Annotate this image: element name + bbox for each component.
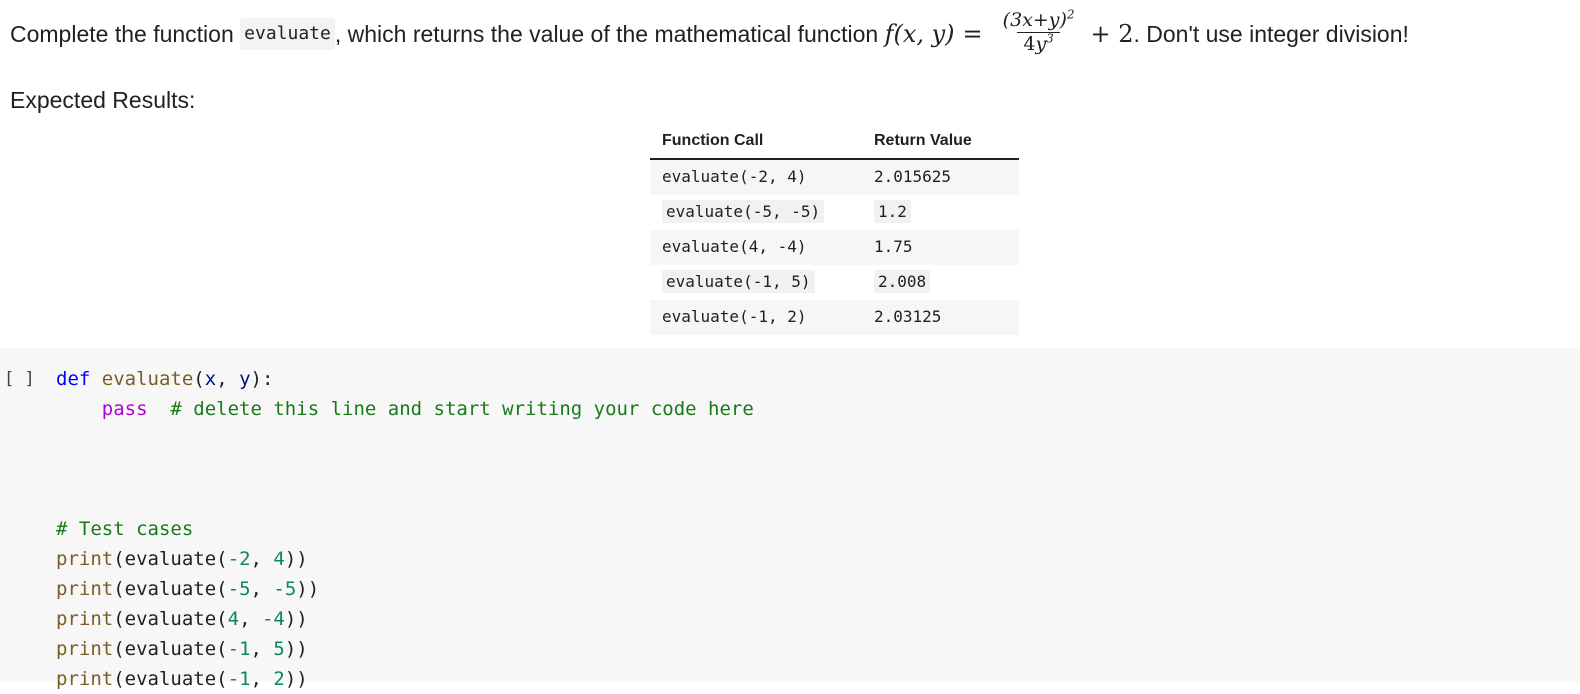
column-header-return-value: Return Value [862, 132, 1019, 160]
intro-text-before: Complete the function [10, 20, 241, 47]
function-call-text: evaluate(-2, 4) [662, 167, 807, 186]
intro-text-middle: , which returns the value of the mathema… [334, 20, 885, 47]
return-value-text: 2.015625 [874, 167, 952, 186]
expected-results-label: Expected Results: [10, 87, 196, 113]
print-call: print [56, 638, 114, 660]
table-header-row: Function Call Return Value [650, 132, 1019, 160]
formula-denominator: 4y3 [1017, 31, 1060, 55]
call-evaluate: evaluate [124, 638, 217, 660]
function-name-evaluate: evaluate [101, 368, 194, 390]
function-call-text: evaluate(-5, -5) [662, 200, 825, 223]
arg-b: -5 [273, 578, 297, 600]
table-head: Function Call Return Value [650, 132, 1019, 160]
table-row: evaluate(-1, 2) 2.03125 [650, 300, 1019, 335]
return-value-text: 2.03125 [874, 307, 942, 326]
comment-test-cases: # Test cases [56, 518, 194, 540]
formula-fraction: (3x+y)2 4y3 [997, 7, 1081, 55]
inline-code-evaluate: evaluate [240, 17, 335, 50]
punct-close-paren-colon: ): [250, 368, 274, 390]
param-y: y [239, 368, 251, 390]
table-row: evaluate(-5, -5) 1.2 [650, 195, 1019, 230]
return-value-text: 2.008 [874, 270, 931, 293]
run-cell-button[interactable]: [ ] [0, 364, 56, 694]
table-body: evaluate(-2, 4) 2.015625 evaluate(-5, -5… [650, 159, 1019, 335]
prose-section: Complete the function evaluate , which r… [0, 0, 1580, 114]
return-value-text: 1.75 [874, 237, 913, 256]
param-x: x [204, 368, 217, 390]
code-editor[interactable]: def evaluate(x, y): pass # delete this l… [56, 364, 754, 694]
arg-a: -1 [227, 638, 251, 660]
cell-return-value: 2.015625 [862, 159, 1019, 195]
punct-open-paren: ( [193, 368, 205, 390]
cell-return-value: 2.008 [862, 265, 1019, 300]
arg-a: 4 [227, 608, 240, 630]
keyword-def: def [56, 368, 91, 390]
cell-return-value: 1.75 [862, 230, 1019, 265]
print-call: print [56, 608, 114, 630]
cell-return-value: 2.03125 [862, 300, 1019, 335]
math-formula: f(x, y) = (3x+y)2 4y3 + 2 [884, 7, 1134, 56]
arg-a: -1 [227, 668, 251, 690]
cell-function-call: evaluate(-1, 2) [650, 300, 862, 335]
formula-denominator-exponent: 3 [1046, 31, 1054, 46]
formula-equals: = [962, 19, 983, 48]
formula-numerator-exponent: 2 [1066, 7, 1075, 22]
formula-numerator: (3x+y)2 [1002, 7, 1075, 31]
arg-b: 2 [273, 668, 285, 690]
arg-b: -4 [261, 608, 285, 630]
table-row: evaluate(-2, 4) 2.015625 [650, 159, 1019, 195]
arg-a: -2 [227, 548, 251, 570]
call-evaluate: evaluate [124, 578, 217, 600]
arg-b: 4 [273, 548, 285, 570]
expected-results-table: Function Call Return Value evaluate(-2, … [650, 132, 1019, 335]
punct-comma: , [216, 368, 240, 390]
notebook-code-cell[interactable]: [ ] def evaluate(x, y): pass # delete th… [0, 348, 1580, 690]
expected-results-table-wrap: Function Call Return Value evaluate(-2, … [0, 132, 1580, 335]
intro-text-after: . Don't use integer division! [1133, 20, 1409, 47]
formula-plus-two: + 2 [1090, 19, 1134, 48]
keyword-pass: pass [101, 398, 148, 420]
call-evaluate: evaluate [124, 668, 217, 690]
call-evaluate: evaluate [124, 608, 217, 630]
code-cell-inner: [ ] def evaluate(x, y): pass # delete th… [0, 348, 1580, 694]
arg-a: -5 [227, 578, 251, 600]
arg-b: 5 [273, 638, 285, 660]
cell-function-call: evaluate(-2, 4) [650, 159, 862, 195]
function-call-text: evaluate(4, -4) [662, 237, 807, 256]
return-value-text: 1.2 [874, 200, 911, 223]
print-call: print [56, 668, 114, 690]
column-header-function-call: Function Call [650, 132, 862, 160]
cell-function-call: evaluate(-1, 5) [650, 265, 862, 300]
function-call-text: evaluate(-1, 2) [662, 307, 807, 326]
cell-function-call: evaluate(4, -4) [650, 230, 862, 265]
call-evaluate: evaluate [124, 548, 217, 570]
table-row: evaluate(-1, 5) 2.008 [650, 265, 1019, 300]
comment-hint: # delete this line and start writing you… [170, 398, 754, 420]
table-row: evaluate(4, -4) 1.75 [650, 230, 1019, 265]
formula-lhs: f(x, y) [884, 19, 955, 48]
function-call-text: evaluate(-1, 5) [662, 270, 815, 293]
problem-statement: Complete the function evaluate , which r… [10, 0, 1570, 56]
print-call: print [56, 578, 114, 600]
cell-function-call: evaluate(-5, -5) [650, 195, 862, 230]
print-call: print [56, 548, 114, 570]
cell-return-value: 1.2 [862, 195, 1019, 230]
